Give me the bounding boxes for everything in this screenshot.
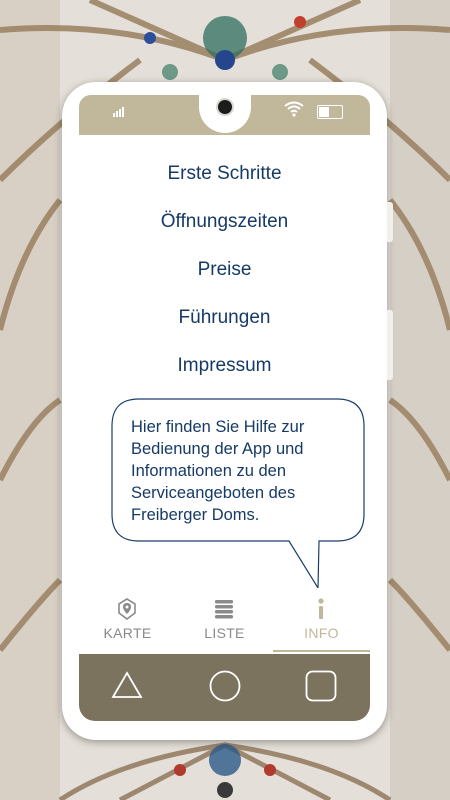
menu-item-impressum[interactable]: Impressum [62,350,387,398]
home-circle-icon[interactable] [209,670,241,702]
phone-frame: Erste Schritte Öffnungszeiten Preise Füh… [62,82,393,740]
help-speech-bubble: Hier finden Sie Hilfe zur Bedienung der … [111,398,365,588]
battery-icon [317,105,343,119]
tab-info-label: INFO [304,625,339,641]
tab-liste-label: LISTE [204,625,245,641]
help-text-line: Hier finden Sie Hilfe zur [131,418,305,436]
info-icon [318,598,324,619]
back-triangle-icon[interactable] [111,670,143,700]
recents-square-icon[interactable] [305,670,337,702]
phone-side-button [387,310,393,380]
tab-info[interactable]: INFO [273,592,370,652]
menu-item-preise[interactable]: Preise [62,254,387,302]
bottom-tab-bar: KARTE LISTE INFO [79,592,370,652]
tab-liste[interactable]: LISTE [176,592,273,652]
menu-item-erste-schritte[interactable]: Erste Schritte [62,158,387,206]
help-text-line: Informationen zu den [131,462,287,480]
wifi-icon [284,101,304,117]
active-tab-indicator [273,650,370,652]
tab-karte-label: KARTE [103,625,152,641]
phone-side-button [387,202,393,242]
camera-icon [218,100,232,114]
signal-icon [113,107,124,117]
system-navigation-bar [79,654,370,721]
help-text: Hier finden Sie Hilfe zur Bedienung der … [131,416,361,526]
info-menu: Erste Schritte Öffnungszeiten Preise Füh… [62,158,387,398]
menu-item-oeffnungszeiten[interactable]: Öffnungszeiten [62,206,387,254]
map-pin-icon [118,598,136,620]
help-text-line: Serviceangeboten des [131,484,296,502]
help-text-line: Bedienung der App und [131,440,304,458]
menu-item-fuehrungen[interactable]: Führungen [62,302,387,350]
tab-karte[interactable]: KARTE [79,592,176,652]
list-icon [215,600,233,619]
help-text-line: Freiberger Doms. [131,506,260,524]
